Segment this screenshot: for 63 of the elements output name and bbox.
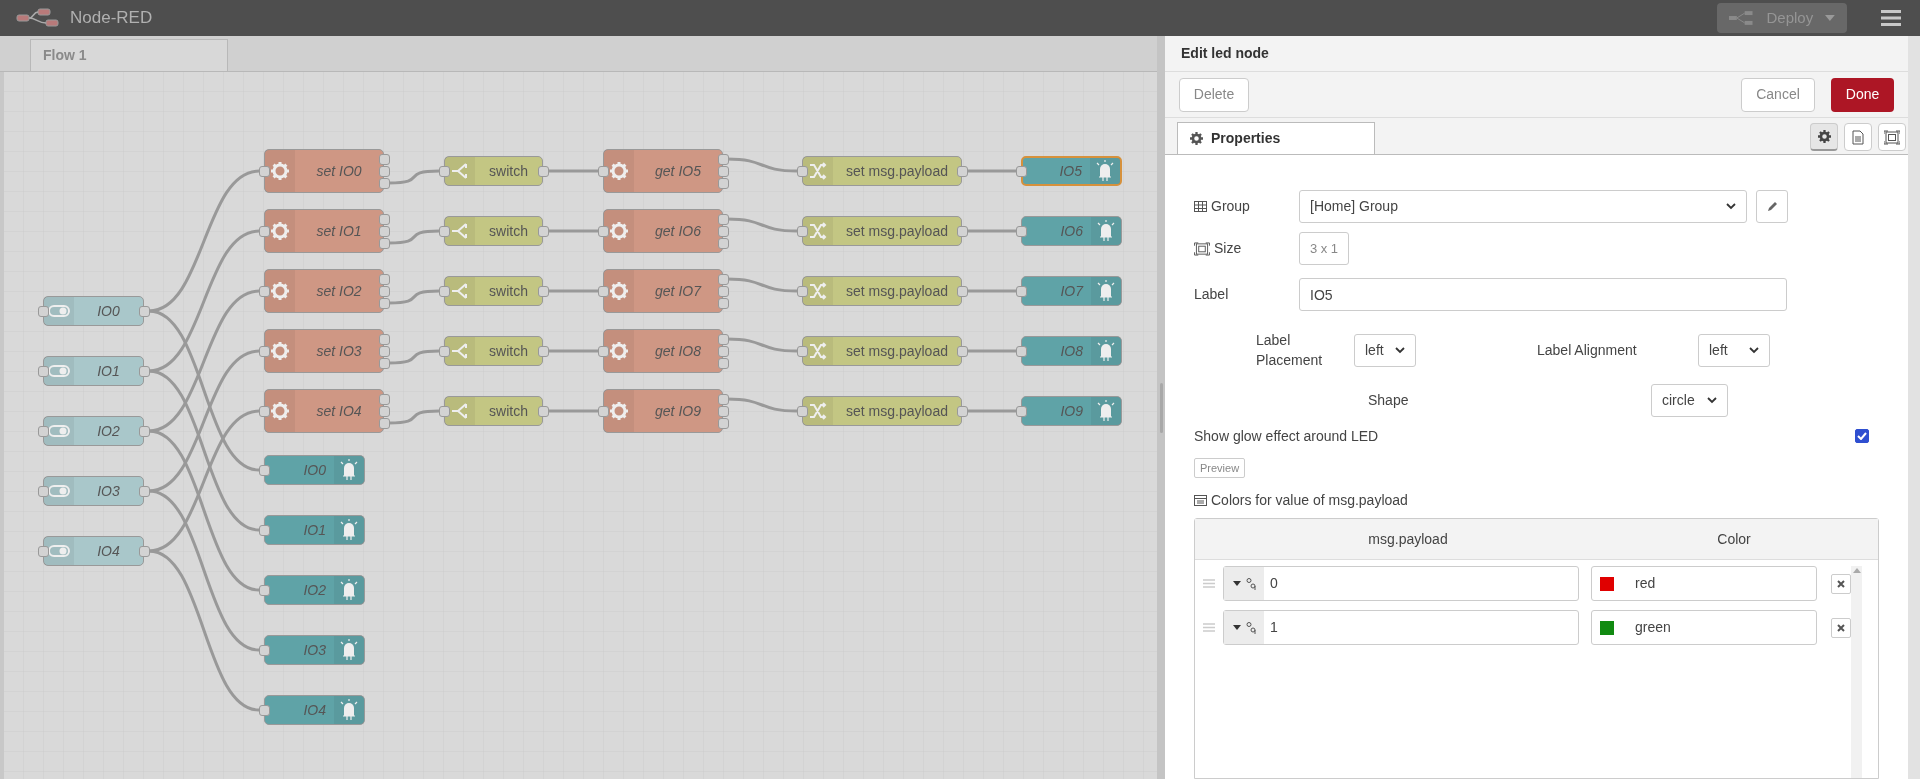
led-node[interactable]: IO7 <box>1021 276 1122 306</box>
field-label: Group <box>1211 197 1250 216</box>
flow-node[interactable]: get IO9 <box>603 389 723 433</box>
flow-node[interactable]: get IO5 <box>603 149 723 193</box>
flow-node[interactable]: switch <box>444 216 543 246</box>
value-field[interactable]: 1 <box>1223 610 1579 645</box>
cancel-button[interactable]: Cancel <box>1741 77 1815 112</box>
flow-node[interactable]: set msg.payload <box>802 216 962 246</box>
led-node[interactable]: IO4 <box>264 695 365 725</box>
flow-node[interactable]: set IO1 <box>264 209 384 253</box>
field-label: Label <box>1194 285 1229 304</box>
flow-node[interactable]: IO2 <box>43 416 144 446</box>
led-node[interactable]: IO5 <box>1021 156 1122 186</box>
flow-node[interactable]: get IO7 <box>603 269 723 313</box>
placement-select[interactable]: left <box>1354 333 1416 367</box>
label-field[interactable]: IO5 <box>1299 278 1787 311</box>
flow-node[interactable]: switch <box>444 276 543 306</box>
flow-tab[interactable]: Flow 1 <box>30 39 228 71</box>
app-title: Node-RED <box>70 7 153 30</box>
flow-node[interactable]: set msg.payload <box>802 396 962 426</box>
flow-node[interactable]: IO3 <box>43 476 144 506</box>
flow-node[interactable]: set msg.payload <box>802 336 962 366</box>
flow-node[interactable]: set IO4 <box>264 389 384 433</box>
led-node[interactable]: IO2 <box>264 575 365 605</box>
flow-node[interactable]: get IO6 <box>603 209 723 253</box>
properties-tab[interactable]: Properties <box>1177 122 1375 154</box>
field-label: Label Alignment <box>1537 340 1638 360</box>
preview-button[interactable]: Preview <box>1194 458 1246 478</box>
shape-select[interactable]: circle <box>1651 384 1728 417</box>
column-header: Color <box>1716 529 1752 549</box>
flow-node[interactable]: set IO0 <box>264 149 384 193</box>
alignment-select[interactable]: left <box>1698 333 1770 367</box>
flow-node[interactable]: switch <box>444 156 543 186</box>
flow-node[interactable]: switch <box>444 396 543 426</box>
field-label: Size <box>1214 239 1242 258</box>
value-field[interactable]: 0 <box>1223 566 1579 601</box>
led-node[interactable]: IO1 <box>264 515 365 545</box>
led-node[interactable]: IO6 <box>1021 216 1122 246</box>
field-label: Label Placement <box>1256 331 1324 370</box>
flow-node[interactable]: set msg.payload <box>802 276 962 306</box>
led-node[interactable]: IO0 <box>264 455 365 485</box>
flow-node[interactable]: IO1 <box>43 356 144 386</box>
checkbox-label: Show glow effect around LED <box>1194 426 1379 446</box>
flow-node[interactable]: IO0 <box>43 296 144 326</box>
led-node[interactable]: IO9 <box>1021 396 1122 426</box>
led-node[interactable]: IO8 <box>1021 336 1122 366</box>
section-title: Colors for value of msg.payload <box>1211 491 1408 510</box>
field-label: Shape <box>1368 391 1410 410</box>
group-select[interactable]: [Home] Group <box>1299 190 1747 223</box>
led-node[interactable]: IO3 <box>264 635 365 665</box>
flow-node[interactable]: get IO8 <box>603 329 723 373</box>
delete-button[interactable]: Delete <box>1179 77 1249 112</box>
flow-node[interactable]: set IO2 <box>264 269 384 313</box>
flow-node[interactable]: switch <box>444 336 543 366</box>
flow-node[interactable]: set msg.payload <box>802 156 962 186</box>
panel-title: Edit led node <box>1181 44 1269 63</box>
done-button[interactable]: Done <box>1831 77 1894 112</box>
column-header: msg.payload <box>1367 529 1449 549</box>
color-field[interactable]: green <box>1591 610 1817 645</box>
flow-node[interactable]: set IO3 <box>264 329 384 373</box>
size-button[interactable]: 3 x 1 <box>1299 232 1349 265</box>
color-field[interactable]: red <box>1591 566 1817 601</box>
flow-node[interactable]: IO4 <box>43 536 144 566</box>
